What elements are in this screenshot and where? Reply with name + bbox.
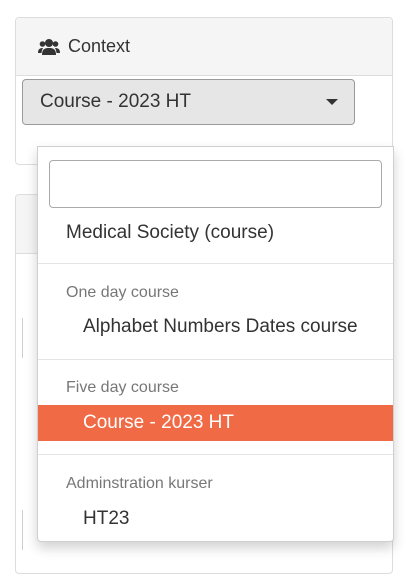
- dropdown-option-selected[interactable]: Course - 2023 HT: [38, 405, 393, 441]
- dropdown-option[interactable]: Alphabet Numbers Dates course: [38, 309, 393, 345]
- users-icon: [38, 38, 60, 56]
- dropdown-divider: [38, 359, 393, 360]
- context-select[interactable]: Course - 2023 HT: [22, 79, 355, 125]
- divider: [22, 318, 23, 358]
- context-panel-title: Context: [68, 36, 131, 56]
- context-select-value: Course - 2023 HT: [40, 91, 192, 112]
- dropdown-option[interactable]: HT23: [38, 501, 393, 537]
- dropdown-option-label: Alphabet Numbers Dates course: [83, 316, 358, 337]
- dropdown-divider: [38, 263, 393, 264]
- dropdown-option-label: Course - 2023 HT: [83, 412, 235, 433]
- divider: [22, 510, 23, 550]
- dropdown-option-label: Medical Society (course): [66, 222, 275, 243]
- caret-down-icon: [326, 99, 338, 105]
- dropdown-group-label: One day course: [66, 284, 179, 301]
- dropdown-divider: [38, 454, 393, 455]
- dropdown-search-input[interactable]: [49, 160, 382, 208]
- dropdown-group-label: Five day course: [66, 379, 179, 396]
- dropdown-option-label: HT23: [83, 508, 130, 529]
- dropdown-option[interactable]: Medical Society (course): [38, 215, 393, 251]
- dropdown-group-label: Adminstration kurser: [66, 475, 213, 492]
- context-panel-heading: Context: [16, 18, 392, 76]
- context-dropdown: Medical Society (course) One day course …: [37, 146, 394, 542]
